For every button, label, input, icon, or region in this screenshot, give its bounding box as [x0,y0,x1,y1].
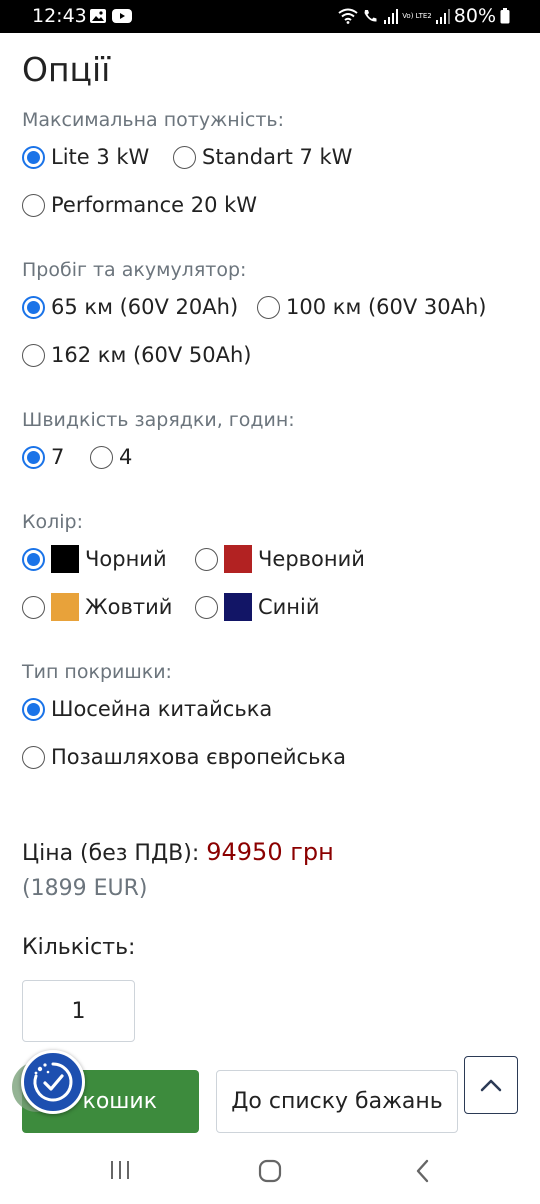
option-label: Червоний [258,547,365,571]
signal-1-icon [384,8,399,24]
option-label: 7 [51,445,65,469]
option-color-black[interactable]: Чорний [22,545,167,573]
accessibility-button[interactable] [21,1050,85,1114]
price-line: Ціна (без ПДВ): 94950 грн [22,838,334,866]
price-value: 94950 грн [206,838,334,866]
color-swatch-black [51,545,79,573]
option-charging-4[interactable]: 4 [90,445,132,469]
status-bar: 12:43 Vo) LTE2 80% [0,0,540,33]
option-label: Жовтий [85,595,173,619]
option-color-yellow[interactable]: Жовтий [22,593,172,621]
group-label-range: Пробіг та акумулятор: [22,259,247,281]
radio-button[interactable] [22,745,45,769]
wifi-call-icon [364,10,377,22]
option-range-100[interactable]: 100 км (60V 30Ah) [257,295,487,319]
radio-button[interactable] [22,193,45,217]
radio-button[interactable] [22,445,45,469]
radio-button[interactable] [22,145,45,169]
system-navigation-bar [0,1140,540,1204]
price-label: Ціна (без ПДВ): [22,841,200,866]
radio-button[interactable] [22,547,45,571]
radio-button[interactable] [173,145,196,169]
accessibility-icon [33,1062,73,1102]
option-power-lite[interactable]: Lite 3 kW [22,145,149,169]
cart-button-label: кошик [82,1089,157,1114]
option-label: Standart 7 kW [202,145,353,169]
radio-button[interactable] [195,547,218,571]
option-tires-offroad[interactable]: Позашляхова європейська [22,745,346,769]
option-power-performance[interactable]: Performance 20 kW [22,193,257,217]
quantity-input[interactable] [22,980,135,1042]
wifi-icon [338,8,358,24]
option-label: 162 км (60V 50Ah) [51,343,252,367]
color-swatch-blue [224,593,252,621]
battery-percent: 80% [453,5,496,27]
radio-button[interactable] [22,343,45,367]
quantity-label: Кількість: [22,935,136,960]
option-label: 100 км (60V 30Ah) [286,295,487,319]
group-label-color: Колір: [22,511,83,533]
option-label: Lite 3 kW [51,145,150,169]
radio-button[interactable] [195,595,218,619]
status-right: Vo) LTE2 80% [338,5,510,27]
option-label: Шосейна китайська [51,697,273,721]
option-label: 4 [119,445,133,469]
battery-icon [500,8,510,24]
option-charging-7[interactable]: 7 [22,445,64,469]
wishlist-button-label: До списку бажань [231,1089,443,1114]
radio-button[interactable] [257,295,280,319]
home-icon[interactable] [257,1158,283,1184]
recent-apps-icon[interactable] [108,1158,132,1182]
option-power-standart[interactable]: Standart 7 kW [173,145,352,169]
option-label: Позашляхова європейська [51,745,346,769]
signal-2-icon [435,8,450,24]
group-label-charging: Швидкість зарядки, годин: [22,409,295,431]
back-icon[interactable] [412,1158,434,1184]
option-color-blue[interactable]: Синій [195,593,320,621]
radio-button[interactable] [22,697,45,721]
add-to-wishlist-button[interactable]: До списку бажань [216,1070,458,1133]
option-label: 65 км (60V 20Ah) [51,295,239,319]
youtube-icon [112,9,132,23]
status-time: 12:43 [32,5,87,27]
radio-button[interactable] [22,295,45,319]
page-title: Опції [22,50,111,89]
scroll-to-top-button[interactable] [464,1056,518,1114]
radio-button[interactable] [90,445,113,469]
price-eur: (1899 EUR) [22,876,148,901]
volte-badge: Vo) LTE2 [402,12,432,20]
group-label-power: Максимальна потужність: [22,109,285,131]
group-label-tires: Тип покришки: [22,661,172,683]
option-label: Синій [258,595,320,619]
radio-button[interactable] [22,595,45,619]
option-range-162[interactable]: 162 км (60V 50Ah) [22,343,252,367]
option-tires-road[interactable]: Шосейна китайська [22,697,272,721]
option-label: Performance 20 kW [51,193,258,217]
option-label: Чорний [85,547,167,571]
option-range-65[interactable]: 65 км (60V 20Ah) [22,295,238,319]
gallery-icon [90,9,106,23]
option-color-red[interactable]: Червоний [195,545,365,573]
color-swatch-yellow [51,593,79,621]
color-swatch-red [224,545,252,573]
chevron-up-icon [480,1079,502,1092]
